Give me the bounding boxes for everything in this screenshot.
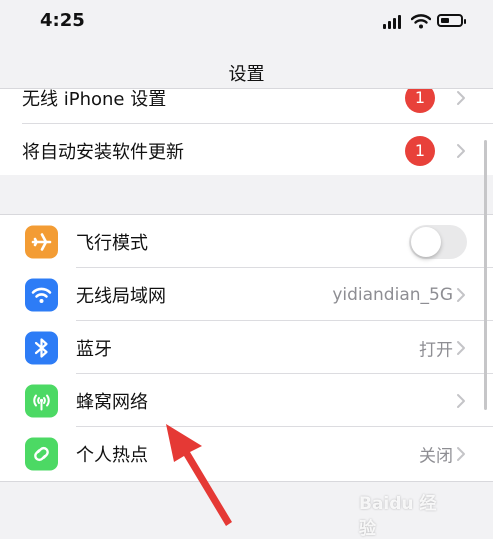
battery-icon [437, 14, 466, 27]
wifi-network-name: yidiandian_5G [332, 284, 453, 305]
notification-badge: 1 [405, 89, 435, 113]
wifi-icon [25, 278, 58, 311]
hotspot-icon [25, 437, 58, 470]
hotspot-status: 关闭 [419, 446, 453, 466]
row-wireless-iphone-settings[interactable]: 无线 iPhone 设置 1 [0, 89, 493, 124]
row-wifi[interactable]: 无线局域网 yidiandian_5G [0, 268, 493, 321]
chevron-right-icon [457, 143, 465, 158]
row-label: 飞行模式 [76, 232, 148, 254]
wifi-status-icon [411, 14, 431, 29]
status-time: 4:25 [40, 10, 85, 31]
row-bluetooth[interactable]: 蓝牙 打开 [0, 321, 493, 374]
chevron-right-icon [457, 90, 465, 105]
row-airplane-mode: 飞行模式 [0, 215, 493, 268]
chevron-right-icon [457, 446, 465, 461]
row-label: 蜂窝网络 [76, 391, 148, 413]
bluetooth-status: 打开 [419, 340, 453, 360]
row-personal-hotspot[interactable]: 个人热点 关闭 [0, 427, 493, 480]
airplane-icon [25, 225, 58, 258]
row-label: 个人热点 [76, 444, 148, 466]
airplane-mode-toggle[interactable] [409, 224, 467, 259]
cellular-icon [25, 384, 58, 417]
chevron-right-icon [457, 393, 465, 408]
chevron-right-icon [457, 340, 465, 355]
baidu-watermark: Baidu 经验 [359, 487, 479, 539]
signal-icon [383, 15, 403, 29]
annotation-arrow [166, 424, 232, 526]
row-auto-install-updates[interactable]: 将自动安装软件更新 1 [0, 124, 493, 175]
updates-group: 无线 iPhone 设置 1 将自动安装软件更新 1 [0, 89, 493, 175]
notification-badge: 1 [405, 135, 435, 166]
watermark-text: Baidu 经验 [359, 494, 437, 539]
row-cellular[interactable]: 蜂窝网络 [0, 374, 493, 427]
toggle-knob [411, 226, 441, 257]
connectivity-group: 飞行模式 无线局域网 yidiandian_5G 蓝牙 打开 蜂窝网络 个人热点… [0, 214, 493, 482]
bluetooth-icon [25, 331, 58, 364]
row-label: 蓝牙 [76, 338, 112, 360]
scroll-indicator [484, 140, 487, 410]
row-label: 无线局域网 [76, 285, 166, 307]
chevron-right-icon [457, 287, 465, 302]
status-icons [383, 12, 467, 32]
page-title: 设置 [228, 64, 265, 85]
row-label: 无线 iPhone 设置 [22, 89, 167, 110]
row-label: 将自动安装软件更新 [22, 141, 184, 163]
